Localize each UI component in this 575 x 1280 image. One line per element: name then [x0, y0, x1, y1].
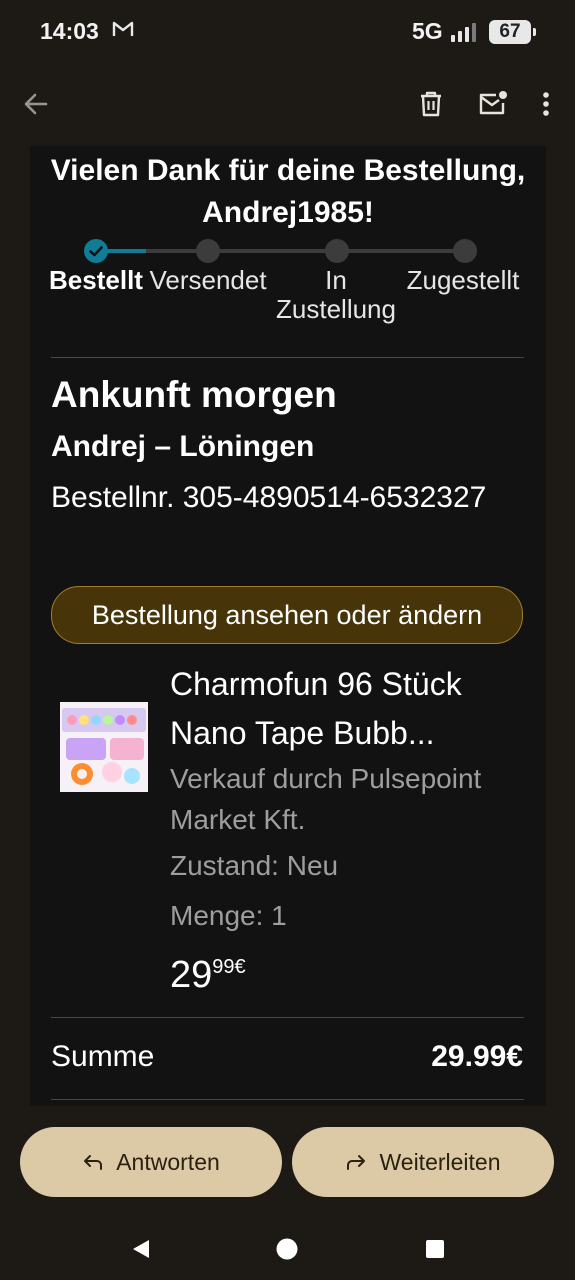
- price-whole: 29: [170, 954, 213, 996]
- forward-icon: [347, 1155, 366, 1170]
- more-vert-icon[interactable]: [538, 90, 554, 118]
- step-dot-ordered: [84, 239, 108, 263]
- status-bar: 14:03 5G 67: [0, 0, 575, 64]
- product-price: 2999€: [170, 954, 246, 997]
- price-fraction: 99€: [212, 956, 246, 978]
- arrival-title: Ankunft morgen: [51, 374, 337, 415]
- step-label-delivered: Zugestellt: [406, 265, 520, 295]
- product-quantity: Menge: 1: [170, 900, 287, 931]
- nav-home-icon[interactable]: [276, 1238, 298, 1260]
- step-label-in-delivery: In Zustellung: [276, 265, 396, 324]
- total-value: 29.99€: [431, 1040, 523, 1073]
- network-type: 5G: [412, 18, 443, 44]
- step-label-ordered: Bestellt: [49, 265, 143, 295]
- divider: [51, 357, 524, 358]
- system-nav-bar: [0, 1216, 575, 1280]
- product-title[interactable]: Charmofun 96 Stück Nano Tape Bubb...: [170, 660, 530, 758]
- order-number: Bestellnr. 305-4890514-6532327: [51, 481, 487, 514]
- checkmark-icon: [89, 246, 103, 257]
- nav-recents-icon[interactable]: [425, 1239, 445, 1259]
- nav-back-icon[interactable]: [129, 1238, 151, 1260]
- divider: [51, 1099, 524, 1100]
- reply-button[interactable]: Antworten: [20, 1127, 282, 1197]
- step-label-shipped: Versendet: [149, 265, 267, 295]
- step-dot-shipped: [196, 239, 220, 263]
- back-arrow-icon[interactable]: [22, 90, 50, 118]
- email-body: Vielen Dank für deine Bestellung, Andrej…: [30, 146, 546, 1106]
- divider: [51, 1017, 524, 1018]
- gmail-icon: [112, 21, 134, 36]
- signal-icon: [451, 23, 476, 42]
- app-bar: [0, 64, 575, 146]
- mark-unread-icon[interactable]: [478, 90, 508, 118]
- step-dot-in-delivery: [325, 239, 349, 263]
- battery-icon: 67: [489, 20, 536, 44]
- product-condition: Zustand: Neu: [170, 850, 339, 881]
- recipient: Andrej – Löningen: [51, 430, 315, 463]
- status-time: 14:03: [40, 18, 99, 44]
- step-dot-delivered: [453, 239, 477, 263]
- product-image[interactable]: [60, 702, 148, 792]
- reply-icon: [84, 1155, 103, 1170]
- delete-icon[interactable]: [418, 90, 444, 118]
- progress-track-pending: [146, 249, 466, 253]
- forward-label: Weiterleiten: [379, 1148, 501, 1175]
- view-order-button[interactable]: Bestellung ansehen oder ändern: [51, 586, 523, 644]
- total-label: Summe: [51, 1040, 155, 1073]
- email-heading: Vielen Dank für deine Bestellung, Andrej…: [50, 154, 526, 229]
- forward-button[interactable]: Weiterleiten: [292, 1127, 554, 1197]
- product-seller: Verkauf durch Pulsepoint Market Kft.: [170, 763, 482, 835]
- battery-level: 67: [499, 21, 521, 42]
- reply-label: Antworten: [116, 1148, 220, 1175]
